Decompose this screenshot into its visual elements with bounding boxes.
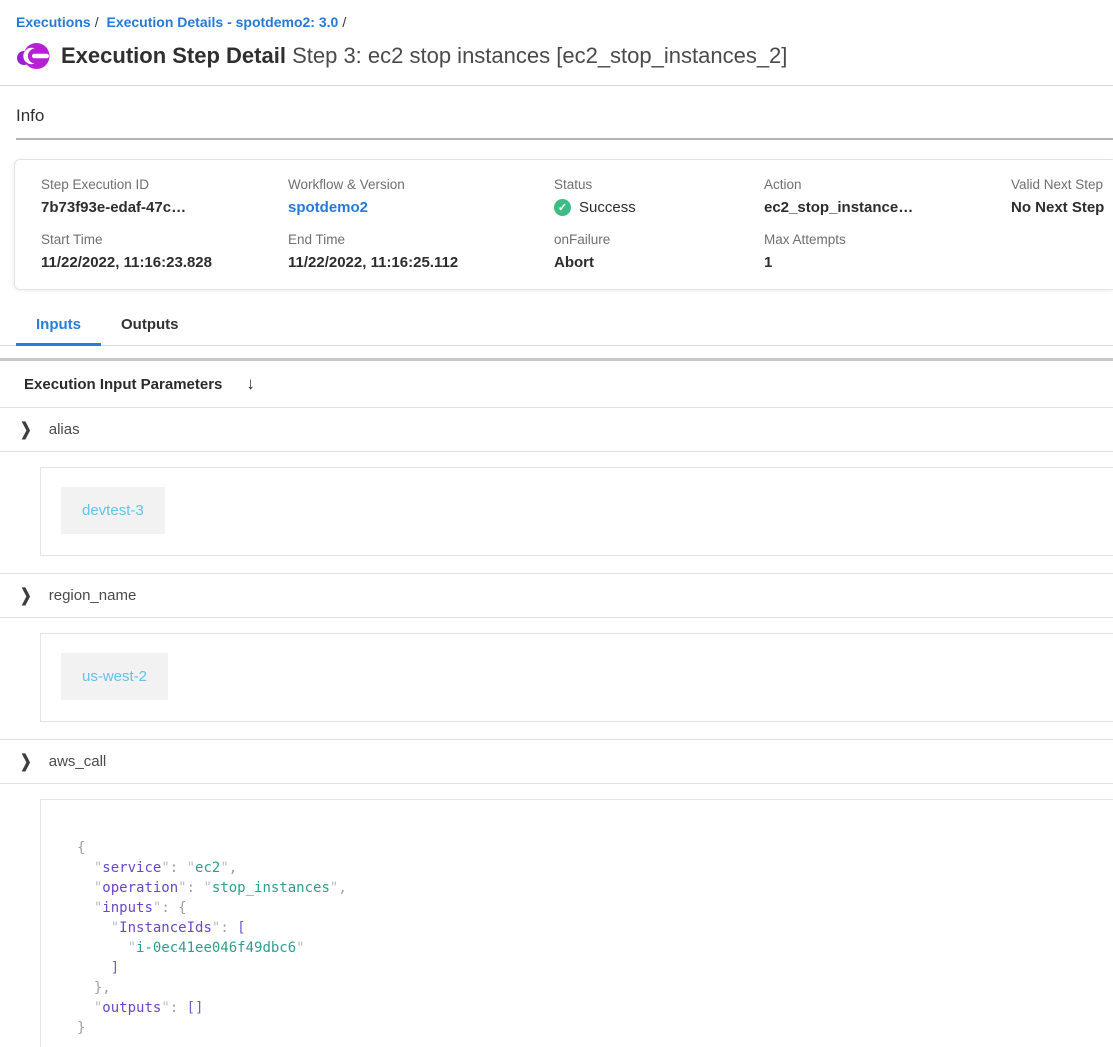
page-title-main: Execution Step Detail xyxy=(61,43,286,68)
field-value: 1 xyxy=(764,254,1011,271)
params-header: Execution Input Parameters ↓ xyxy=(0,361,1113,408)
tab-outputs[interactable]: Outputs xyxy=(101,310,199,345)
check-circle-icon: ✓ xyxy=(554,199,571,216)
field-value: 11/22/2022, 11:16:23.828 xyxy=(41,254,288,271)
json-code-block: { "service": "ec2", "operation": "stop_i… xyxy=(77,838,1113,1038)
tab-bar: Inputs Outputs xyxy=(0,310,1113,346)
workflow-link[interactable]: spotdemo2 xyxy=(288,199,554,216)
chevron-right-icon[interactable]: ❯ xyxy=(20,585,32,606)
section-body-alias: devtest-3 xyxy=(0,452,1113,574)
field-start-time: Start Time 11/22/2022, 11:16:23.828 xyxy=(41,232,288,271)
section-label: alias xyxy=(49,421,80,438)
field-label: Action xyxy=(764,177,1011,192)
breadcrumb-link-executions[interactable]: Executions xyxy=(16,14,91,30)
info-card: Step Execution ID 7b73f93e-edaf-47c… Wor… xyxy=(14,159,1113,290)
field-end-time: End Time 11/22/2022, 11:16:25.112 xyxy=(288,232,554,271)
field-label: Workflow & Version xyxy=(288,177,554,192)
info-divider xyxy=(16,138,1113,140)
value-chip-region-name: us-west-2 xyxy=(61,653,168,700)
field-value: 11/22/2022, 11:16:25.112 xyxy=(288,254,554,271)
field-onfailure: onFailure Abort xyxy=(554,232,764,271)
chevron-right-icon[interactable]: ❯ xyxy=(20,419,32,440)
field-label: Start Time xyxy=(41,232,288,247)
section-header-aws-call[interactable]: ❯ aws_call xyxy=(0,740,1113,784)
value-panel: devtest-3 xyxy=(40,467,1113,556)
field-label: End Time xyxy=(288,232,554,247)
page-header: Execution Step Detail Step 3: ec2 stop i… xyxy=(0,30,1113,86)
field-max-attempts: Max Attempts 1 xyxy=(764,232,1011,271)
value-chip-alias: devtest-3 xyxy=(61,487,165,534)
status-text: Success xyxy=(579,199,636,216)
section-label: aws_call xyxy=(49,753,107,770)
field-valid-next-step: Valid Next Step No Next Step xyxy=(1011,177,1113,216)
field-label: Step Execution ID xyxy=(41,177,288,192)
breadcrumb: Executions/ Execution Details - spotdemo… xyxy=(0,0,1113,30)
breadcrumb-separator: / xyxy=(91,14,103,30)
value-panel: us-west-2 xyxy=(40,633,1113,722)
field-status: Status ✓ Success xyxy=(554,177,764,216)
page-title-sub: Step 3: ec2 stop instances [ec2_stop_ins… xyxy=(292,43,787,68)
field-value: No Next Step xyxy=(1011,199,1113,216)
section-body-aws-call: { "service": "ec2", "operation": "stop_i… xyxy=(0,784,1113,1047)
field-action: Action ec2_stop_instance… xyxy=(764,177,1011,216)
field-workflow-version: Workflow & Version spotdemo2 xyxy=(288,177,554,216)
section-body-region-name: us-west-2 xyxy=(0,618,1113,740)
arrow-down-icon[interactable]: ↓ xyxy=(246,374,255,394)
section-label: region_name xyxy=(49,587,137,604)
field-label: onFailure xyxy=(554,232,764,247)
info-heading: Info xyxy=(0,86,1113,138)
params-title: Execution Input Parameters xyxy=(24,376,222,393)
field-value: ec2_stop_instance… xyxy=(764,199,1011,216)
status-badge: ✓ Success xyxy=(554,199,764,216)
code-panel: { "service": "ec2", "operation": "stop_i… xyxy=(40,799,1113,1047)
field-label: Status xyxy=(554,177,764,192)
breadcrumb-link-execution-details[interactable]: Execution Details - spotdemo2: 3.0 xyxy=(106,14,338,30)
page-title: Execution Step Detail Step 3: ec2 stop i… xyxy=(61,43,787,69)
workflow-brand-icon xyxy=(16,41,50,71)
field-value: 7b73f93e-edaf-47c… xyxy=(41,199,288,216)
section-header-region-name[interactable]: ❯ region_name xyxy=(0,574,1113,618)
breadcrumb-separator: / xyxy=(338,14,350,30)
field-label: Valid Next Step xyxy=(1011,177,1113,192)
field-step-execution-id: Step Execution ID 7b73f93e-edaf-47c… xyxy=(41,177,288,216)
field-value: Abort xyxy=(554,254,764,271)
field-label: Max Attempts xyxy=(764,232,1011,247)
chevron-right-icon[interactable]: ❯ xyxy=(20,751,32,772)
tab-inputs[interactable]: Inputs xyxy=(16,310,101,346)
section-header-alias[interactable]: ❯ alias xyxy=(0,408,1113,452)
